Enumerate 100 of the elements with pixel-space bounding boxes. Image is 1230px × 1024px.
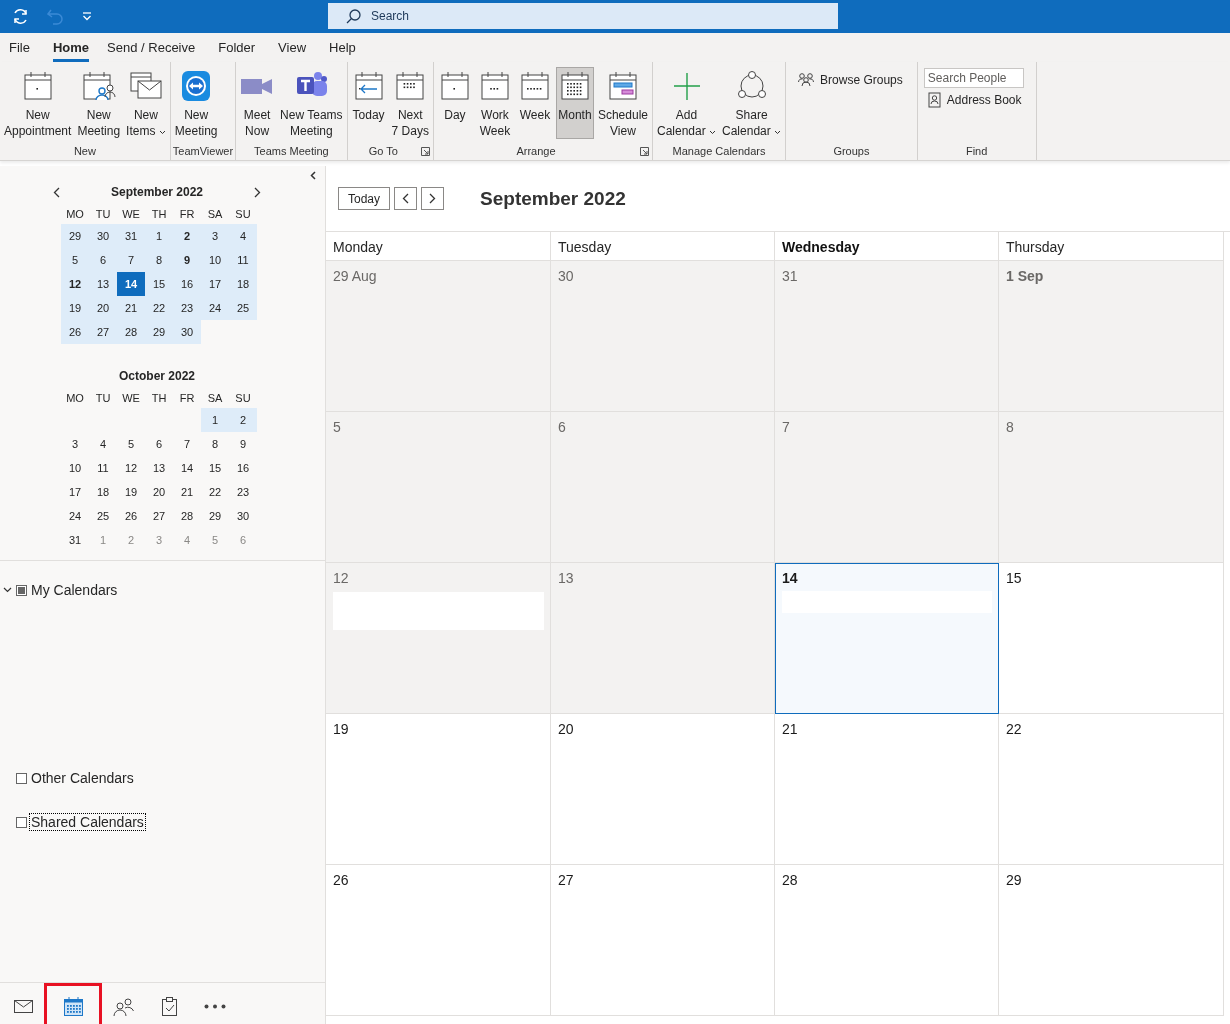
date-cell[interactable]: 21 [173,480,201,504]
date-cell[interactable]: 15 [145,272,173,296]
day-cell[interactable]: 21 [775,714,999,865]
date-cell[interactable]: 11 [89,456,117,480]
ribbon-tab[interactable]: Folder [209,33,270,62]
date-cell[interactable]: 2 [117,528,145,552]
day-cell[interactable]: 30 [551,261,775,412]
date-cell[interactable]: 30 [229,504,257,528]
browse-groups-button[interactable]: Browse Groups [788,67,915,89]
date-cell[interactable]: 6 [229,528,257,552]
day-cell[interactable]: 5 [326,412,551,563]
date-cell[interactable]: 28 [117,320,145,344]
date-cell[interactable]: 9 [229,432,257,456]
date-cell[interactable]: 25 [89,504,117,528]
nav-button[interactable] [44,982,102,1024]
date-cell[interactable]: 24 [61,504,89,528]
ribbon-button[interactable]: Meet Now [238,67,277,139]
date-cell[interactable]: 21 [117,296,145,320]
date-cell[interactable]: 12 [61,272,89,296]
date-cell[interactable]: 31 [117,224,145,248]
date-cell[interactable]: 23 [173,296,201,320]
date-cell[interactable]: 15 [201,456,229,480]
date-cell[interactable]: 22 [145,296,173,320]
date-cell[interactable]: 13 [89,272,117,296]
collapse-chevron-icon[interactable] [310,171,316,180]
date-cell[interactable]: 3 [61,432,89,456]
date-cell[interactable]: 30 [89,224,117,248]
date-cell[interactable]: 29 [145,320,173,344]
date-cell[interactable]: 26 [61,320,89,344]
date-cell[interactable]: 30 [173,320,201,344]
date-cell[interactable]: 29 [61,224,89,248]
ribbon-tab[interactable]: Send / Receive [98,33,210,62]
date-cell[interactable]: 1 [89,528,117,552]
date-cell[interactable]: 27 [145,504,173,528]
date-cell[interactable]: 5 [201,528,229,552]
day-cell[interactable]: 7 [775,412,999,563]
date-cell[interactable]: 9 [173,248,201,272]
date-cell[interactable]: 18 [229,272,257,296]
dialog-launcher-icon[interactable] [640,147,649,156]
date-cell[interactable]: 2 [229,408,257,432]
ribbon-button[interactable]: Today [349,67,388,139]
date-cell[interactable]: 6 [89,248,117,272]
date-cell[interactable]: 13 [145,456,173,480]
date-cell[interactable]: 16 [229,456,257,480]
day-cell[interactable]: 13 [551,563,775,714]
date-cell[interactable]: 25 [229,296,257,320]
date-cell[interactable]: 8 [201,432,229,456]
date-cell[interactable]: 12 [117,456,145,480]
ribbon-button[interactable]: New Meeting [75,67,123,139]
customize-caret-icon[interactable] [82,12,92,21]
date-cell[interactable]: 3 [201,224,229,248]
date-cell[interactable]: 28 [173,504,201,528]
day-cell[interactable]: 29 [999,865,1224,1016]
date-cell[interactable]: 19 [117,480,145,504]
date-cell[interactable]: 18 [89,480,117,504]
ribbon-tab[interactable]: Help [320,33,370,62]
date-cell[interactable]: 6 [145,432,173,456]
day-cell[interactable]: 31 [775,261,999,412]
date-cell[interactable]: 5 [61,248,89,272]
date-cell[interactable]: 2 [173,224,201,248]
date-cell[interactable]: 26 [117,504,145,528]
address-book-button[interactable]: Address Book [923,89,1028,111]
date-cell[interactable]: 29 [201,504,229,528]
date-cell[interactable]: 14 [173,456,201,480]
checkbox[interactable] [16,772,27,784]
ribbon-button[interactable]: Week [515,67,554,139]
folder-label[interactable]: Shared Calendars [30,814,145,830]
day-cell[interactable]: 1 Sep [999,261,1224,412]
chevron-left-icon[interactable] [53,186,60,198]
date-cell[interactable]: 7 [117,248,145,272]
date-cell[interactable]: 16 [173,272,201,296]
date-cell[interactable]: 1 [145,224,173,248]
date-cell[interactable]: 8 [145,248,173,272]
date-cell[interactable]: 19 [61,296,89,320]
chevron-right-icon[interactable] [254,186,261,198]
date-cell[interactable]: 23 [229,480,257,504]
ribbon-button[interactable]: Work Week [475,67,514,139]
date-cell[interactable]: 7 [173,432,201,456]
date-cell[interactable]: 17 [201,272,229,296]
date-cell[interactable]: 4 [89,432,117,456]
date-cell[interactable]: 10 [201,248,229,272]
previous-button[interactable] [394,187,418,210]
folder-label[interactable]: Other Calendars [30,770,135,786]
ribbon-button[interactable]: Share Calendar [720,67,784,139]
ribbon-button[interactable]: New Items [124,67,168,139]
ribbon-button[interactable]: New Appointment [2,67,74,139]
date-cell[interactable]: 24 [201,296,229,320]
ribbon-button[interactable]: New Teams Meeting [278,67,345,139]
ribbon-button[interactable]: Day [435,67,474,139]
date-cell[interactable]: 10 [61,456,89,480]
date-cell[interactable]: 20 [89,296,117,320]
today-button[interactable]: Today [338,187,391,210]
date-cell[interactable]: 17 [61,480,89,504]
ribbon-tab[interactable]: File [0,33,44,62]
search-field[interactable]: Search [328,3,838,29]
day-cell[interactable]: 22 [999,714,1224,865]
checkbox[interactable] [16,816,27,828]
date-cell[interactable]: 31 [61,528,89,552]
date-cell[interactable]: 4 [229,224,257,248]
search-people-field[interactable]: Search People [923,68,1024,88]
